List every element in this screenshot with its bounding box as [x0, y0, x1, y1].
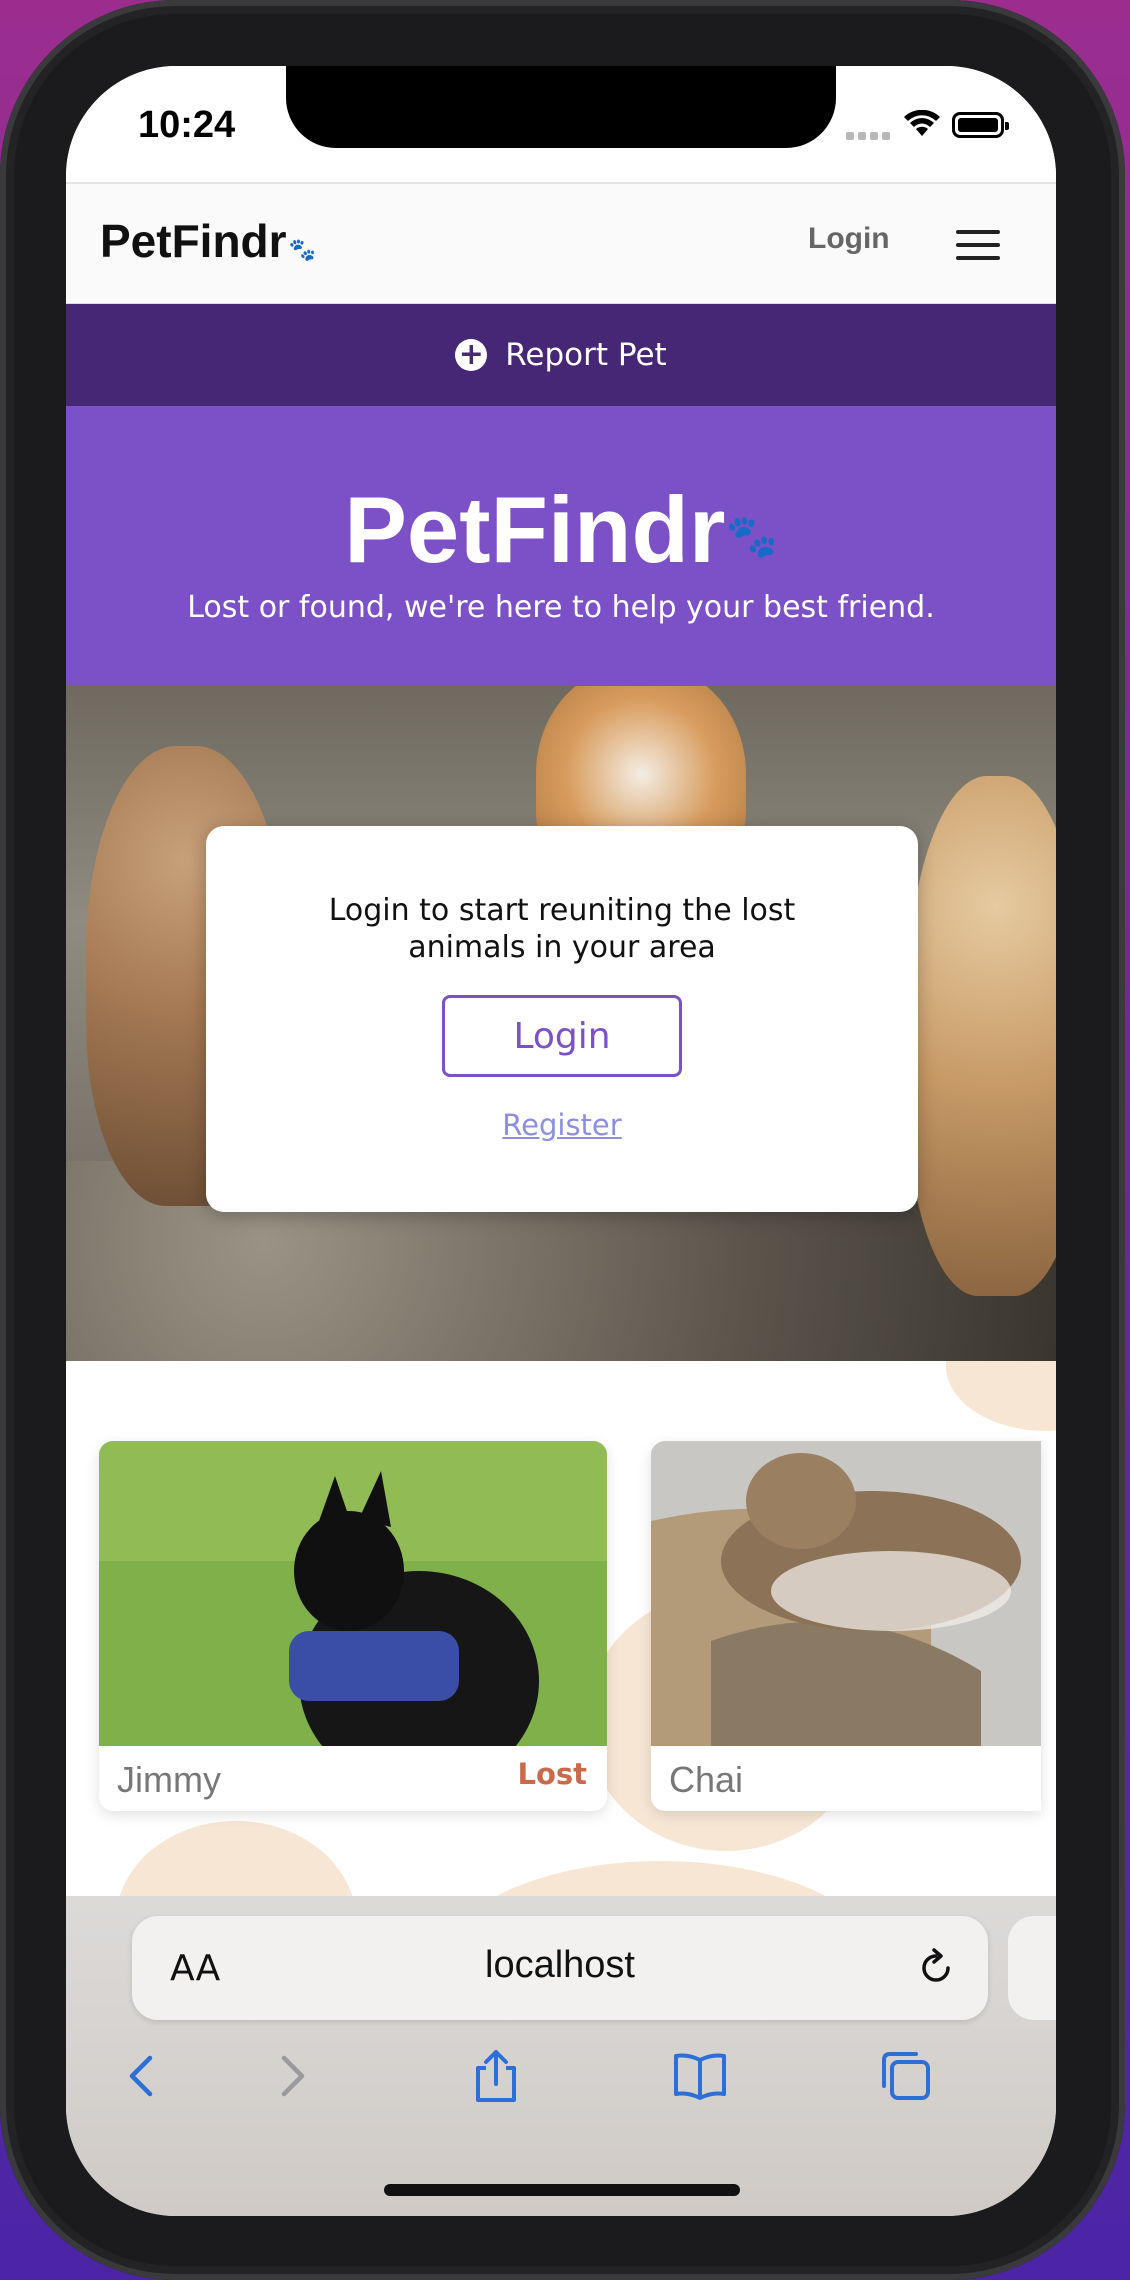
bookmarks-icon[interactable]	[670, 2046, 730, 2106]
pet-photo-jimmy	[99, 1441, 607, 1746]
safari-bottom-bar: AA localhost	[66, 1896, 1056, 2216]
address-bar[interactable]: AA localhost	[132, 1916, 988, 2020]
notch	[286, 66, 836, 148]
pet-photo-chai	[651, 1441, 1041, 1746]
hamburger-menu-icon[interactable]	[956, 230, 1000, 260]
hero-subtitle: Lost or found, we're here to help your b…	[187, 590, 935, 625]
pet-name: Chai	[669, 1759, 744, 1800]
back-icon[interactable]	[112, 2046, 172, 2106]
pet-card[interactable]: Chai	[651, 1441, 1041, 1811]
pet-name: Jimmy	[117, 1759, 221, 1800]
decor-blob	[946, 1361, 1056, 1431]
plus-circle-icon: +	[455, 339, 488, 371]
cellular-signal-icon	[846, 132, 890, 140]
hero-section: PetFindr🐾 Lost or found, we're here to h…	[66, 406, 1056, 686]
register-link[interactable]: Register	[206, 1108, 918, 1142]
nav-login-link[interactable]: Login	[808, 222, 890, 256]
puppy-right	[906, 776, 1056, 1296]
home-indicator[interactable]	[384, 2184, 740, 2196]
report-pet-button[interactable]: + Report Pet	[66, 304, 1056, 406]
tabs-icon[interactable]	[876, 2046, 936, 2106]
pets-carousel: Jimmy Lost Chai	[66, 1361, 1056, 1961]
login-prompt-text: Login to start reuniting the lost animal…	[328, 893, 796, 965]
pet-status-badge: Lost	[517, 1757, 587, 1791]
status-time: 10:24	[138, 104, 236, 146]
puppies-banner-image: Login to start reuniting the lost animal…	[66, 686, 1056, 1361]
url-text[interactable]: localhost	[132, 1944, 988, 1987]
hero-title-text: PetFindr	[344, 477, 726, 582]
report-pet-label: Report Pet	[505, 337, 667, 373]
hero-title: PetFindr🐾	[66, 476, 1056, 584]
login-card: Login to start reuniting the lost animal…	[206, 826, 918, 1212]
battery-icon	[952, 112, 1009, 138]
wifi-icon	[904, 110, 940, 136]
site-navbar: PetFindr🐾 Login	[66, 182, 1056, 304]
pet-card[interactable]: Jimmy Lost	[99, 1441, 607, 1811]
reload-icon[interactable]	[914, 1946, 958, 1990]
share-icon[interactable]	[466, 2046, 526, 2106]
paw-icon: 🐾	[288, 237, 316, 262]
forward-icon[interactable]	[262, 2046, 322, 2106]
paw-icon: 🐾	[725, 512, 778, 560]
brand-name: PetFindr	[100, 215, 287, 267]
card-login-button[interactable]: Login	[442, 995, 682, 1077]
next-tab-pill[interactable]	[1008, 1916, 1056, 2020]
screen: 10:24 PetFindr🐾 Login + Report Pet PetFi…	[66, 66, 1056, 2216]
brand-logo[interactable]: PetFindr🐾	[100, 214, 316, 268]
